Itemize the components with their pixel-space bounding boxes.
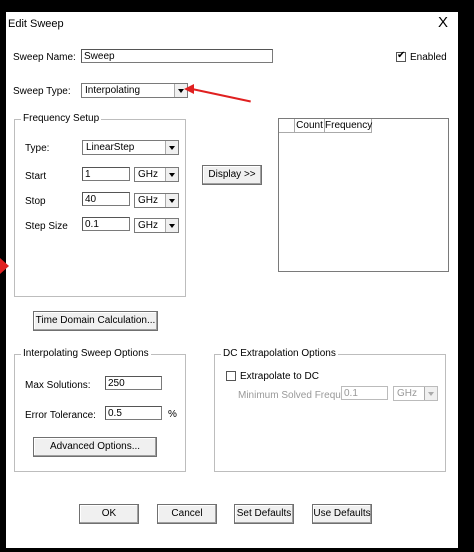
minimum-frequency-unit-value: GHz [397,388,417,399]
max-solutions-input[interactable]: 250 [105,376,162,390]
sweep-type-value: Interpolating [85,85,141,96]
stop-label: Stop [25,196,46,207]
frequency-type-label: Type: [25,143,50,154]
frequency-type-select[interactable]: LinearStep [82,140,179,155]
frequency-table[interactable]: Count Frequency [278,118,449,272]
start-unit-select[interactable]: GHz [134,167,179,182]
chevron-down-icon[interactable] [165,168,178,181]
annotation-arrow-icon [184,84,194,94]
table-header-corner [279,119,295,133]
frequency-type-value: LinearStep [86,142,135,153]
frequency-setup-legend: Frequency Setup [21,113,102,124]
sweep-type-label: Sweep Type: [13,86,71,97]
checkmark-icon: ✔ [397,50,406,61]
minimum-solved-frequency-input[interactable]: 0.1 [341,386,388,400]
step-size-unit-select[interactable]: GHz [134,218,179,233]
use-defaults-button[interactable]: Use Defaults [312,504,372,524]
chevron-down-icon[interactable] [165,194,178,207]
chevron-down-icon[interactable] [165,141,178,154]
step-size-input[interactable]: 0.1 [82,217,130,231]
stop-unit-value: GHz [138,195,158,206]
extrapolate-to-dc-checkbox[interactable] [226,371,236,381]
stop-input[interactable]: 40 [82,192,130,206]
annotation-marker-icon [0,258,9,274]
stop-unit-select[interactable]: GHz [134,193,179,208]
error-tolerance-label: Error Tolerance: [25,410,96,421]
table-header-frequency[interactable]: Frequency [325,119,372,133]
start-label: Start [25,171,47,182]
ok-button[interactable]: OK [79,504,139,524]
table-header-count[interactable]: Count [295,119,325,133]
error-tolerance-input[interactable]: 0.5 [105,406,162,420]
interpolating-options-legend: Interpolating Sweep Options [21,348,151,359]
sweep-name-input[interactable]: Sweep [81,49,273,63]
enabled-label: Enabled [410,52,447,63]
advanced-options-button[interactable]: Advanced Options... [33,437,157,457]
edit-sweep-dialog: Edit Sweep X Sweep Name: Sweep ✔ Enabled… [6,12,458,548]
start-input[interactable]: 1 [82,167,130,181]
dc-extrapolation-legend: DC Extrapolation Options [221,348,338,359]
sweep-name-label: Sweep Name: [13,52,76,63]
display-button[interactable]: Display >> [202,165,262,185]
close-icon[interactable]: X [438,15,448,30]
step-size-label: Step Size [25,221,68,232]
sweep-type-select[interactable]: Interpolating [81,83,188,98]
cancel-button[interactable]: Cancel [157,504,217,524]
step-size-unit-value: GHz [138,220,158,231]
chevron-down-icon[interactable] [165,219,178,232]
time-domain-calculation-button[interactable]: Time Domain Calculation... [33,311,158,331]
extrapolate-to-dc-label: Extrapolate to DC [240,371,319,382]
start-unit-value: GHz [138,169,158,180]
percent-unit-label: % [168,409,177,420]
max-solutions-label: Max Solutions: [25,380,91,391]
enabled-checkbox[interactable]: ✔ [396,50,406,62]
dialog-title: Edit Sweep [8,18,64,30]
minimum-frequency-unit-select[interactable]: GHz [393,386,438,401]
chevron-down-icon[interactable] [424,387,437,400]
set-defaults-button[interactable]: Set Defaults [234,504,294,524]
